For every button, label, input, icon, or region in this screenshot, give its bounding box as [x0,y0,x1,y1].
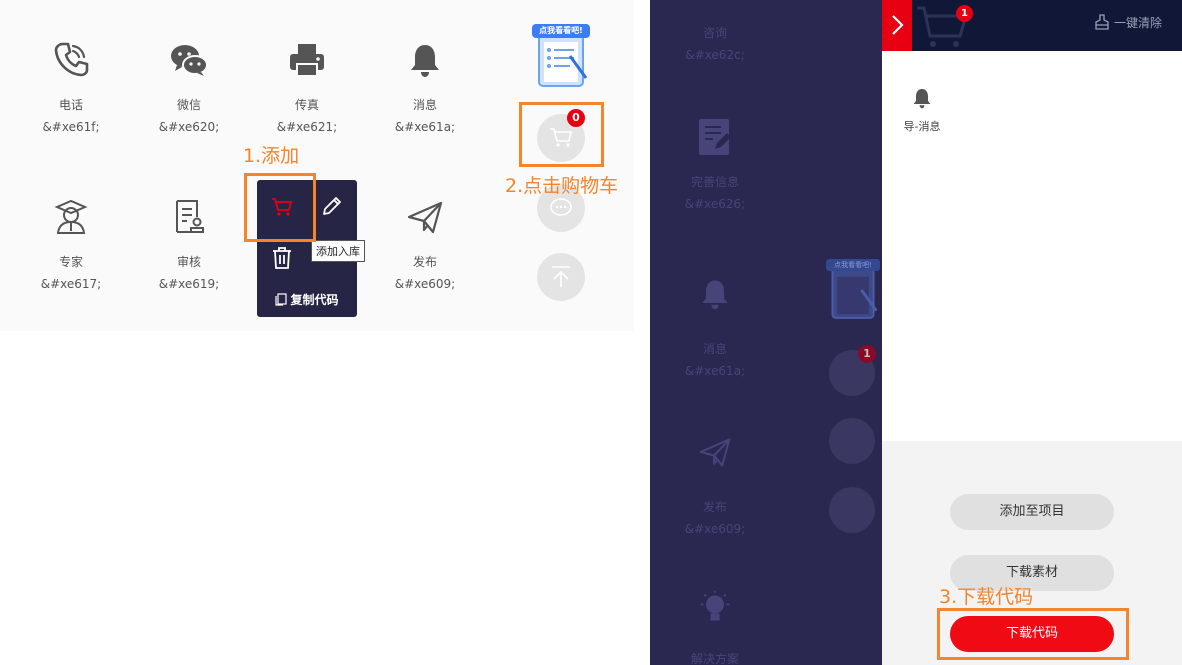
drawer-header: 1 一键清除 [882,0,1182,51]
icon-code: &#xe617; [40,277,102,291]
promo-clipboard[interactable]: 点我看看吧! [530,22,592,88]
chevron-right-icon [892,15,904,35]
drawer-cart-item[interactable]: 导-消息 [898,86,946,134]
expert-icon [54,199,88,234]
icon-cell-audit[interactable]: 审核 &#xe619; [134,197,244,291]
icon-name: 发布 [412,255,437,269]
icon-cell-wechat[interactable]: 微信 &#xe620; [134,40,244,134]
cart-drawer: 1 一键清除 导-消息 添加至项目 下载素材 下载代码 [882,0,1182,665]
bell-icon [702,280,728,310]
icon-cell-phone[interactable]: 电话 &#xe61f; [16,40,126,134]
dimmed-page-background: 咨询 &#xe62c; 完善信息 &#xe626; 消息 &#xe61a; 发布… [650,0,882,665]
drawer-close-button[interactable] [882,0,912,51]
bg-item-name: 咨询 [702,26,727,40]
icon-cell-expert[interactable]: 专家 &#xe617; [16,197,126,291]
chat-icon [550,198,572,216]
audit-icon [176,200,204,233]
wechat-icon [171,45,208,76]
icon-code: &#xe619; [158,277,220,291]
clear-all-label: 一键清除 [1114,16,1163,30]
copy-code-action[interactable]: 复制代码 [257,288,357,312]
add-to-project-button[interactable]: 添加至项目 [950,494,1114,530]
bg-chat-circle [829,418,875,464]
bg-item-name: 完善信息 [690,175,739,189]
bg-item-code: &#xe62c; [685,48,745,62]
phone-icon [54,42,89,77]
send-icon [407,201,443,234]
icon-name: 专家 [58,255,83,269]
icon-cell-message[interactable]: 消息 &#xe61a; [370,40,480,134]
copy-icon [275,293,288,306]
lightbulb-icon [700,590,730,621]
icon-cell-publish[interactable]: 发布 &#xe609; [370,197,480,291]
float-back-to-top-button[interactable] [537,253,585,301]
step2-annotation: 2.点击购物车 [505,175,619,197]
bg-item: 咨询 &#xe62c; [650,26,780,62]
icon-cell-fax[interactable]: 传真 &#xe621; [252,40,362,134]
clear-all-button[interactable]: 一键清除 [1094,14,1162,31]
icon-name: 电话 [58,98,83,112]
trash-icon [273,247,291,269]
bg-item: 消息 &#xe61a; [650,274,780,378]
icon-name: 消息 [412,98,437,112]
icon-name: 审核 [176,255,201,269]
bg-top-circle [829,487,875,533]
broom-icon [1095,14,1109,30]
step2-highlight-box [519,102,604,167]
copy-code-label: 复制代码 [290,293,339,307]
delete-action[interactable] [257,242,307,276]
icon-name: 微信 [176,98,201,112]
bg-item: 发布 &#xe609; [650,432,780,536]
bg-item-name: 发布 [702,500,727,514]
back-to-top-icon [552,266,570,287]
bg-item-code: &#xe61a; [684,364,746,378]
drawer-cart-badge: 1 [956,5,973,22]
icon-name: 传真 [294,98,319,112]
step3-annotation: 3.下载代码 [939,586,1034,608]
send-icon [699,438,731,467]
bg-promo-label: 点我看看吧! [826,259,880,271]
add-to-library-tooltip: 添加入库 [311,240,365,262]
bg-cart-badge: 1 [858,345,876,363]
printer-icon [290,44,324,77]
promo-label: 点我看看吧! [532,24,590,38]
bg-item-code: &#xe626; [684,197,746,211]
icon-code: &#xe621; [276,120,338,134]
bg-item-name: 消息 [702,342,727,356]
bell-icon [913,89,931,109]
bg-item: 解决方案 [650,588,780,665]
drawer-item-label: 导-消息 [903,120,941,133]
step1-annotation: 1.添加 [243,145,300,167]
step3-highlight-box [937,608,1129,660]
icon-code: &#xe61f; [42,120,100,134]
step1-highlight-box [244,173,316,242]
icon-code: &#xe609; [394,277,456,291]
edit-doc-icon [699,119,731,155]
bg-item-code: &#xe609; [684,522,746,536]
bg-item-name: 解决方案 [690,652,739,665]
pencil-icon [323,197,341,215]
icon-code: &#xe620; [158,120,220,134]
bg-promo-clipboard: 点我看看吧! [824,256,882,322]
icon-code: &#xe61a; [394,120,456,134]
bell-icon [411,45,439,77]
bg-item: 完善信息 &#xe626; [650,117,780,211]
